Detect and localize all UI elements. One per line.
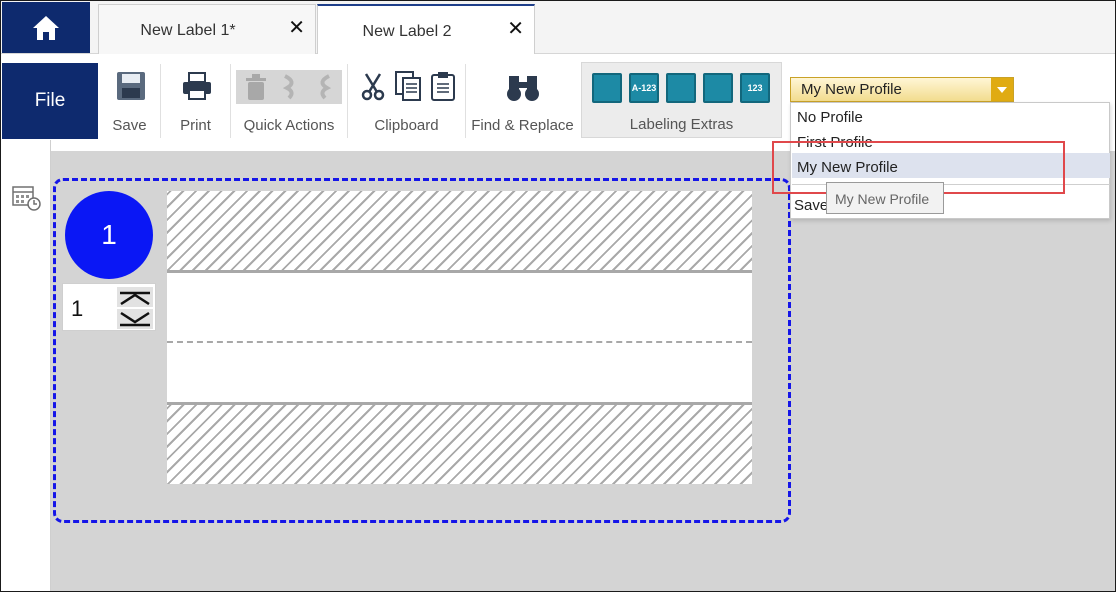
chevron-down-icon[interactable] bbox=[991, 78, 1013, 101]
stepper-up-button[interactable] bbox=[117, 287, 153, 307]
tooltip: My New Profile bbox=[826, 182, 944, 214]
redo-icon[interactable] bbox=[313, 74, 335, 100]
chevron-down-icon bbox=[120, 311, 150, 327]
stepper-value: 1 bbox=[71, 296, 84, 321]
excel-icon[interactable] bbox=[666, 73, 696, 103]
quick-actions-group: Quick Actions bbox=[231, 64, 348, 138]
profile-save-item[interactable]: Save bbox=[794, 197, 828, 214]
clipboard-group: Clipboard bbox=[348, 64, 466, 138]
scissors-icon[interactable] bbox=[360, 72, 386, 102]
find-replace-group[interactable]: Find & Replace bbox=[466, 64, 579, 138]
label-content-area[interactable] bbox=[167, 273, 752, 402]
quick-actions-label: Quick Actions bbox=[243, 117, 335, 134]
profile-option-no-profile[interactable]: No Profile bbox=[797, 109, 863, 126]
label-hatched-bottom bbox=[167, 405, 752, 484]
close-icon[interactable]: ✕ bbox=[507, 19, 524, 39]
chevron-up-icon bbox=[120, 291, 150, 305]
profile-selected-value: My New Profile bbox=[801, 81, 902, 98]
close-icon[interactable]: ✕ bbox=[288, 18, 305, 38]
copy-icon[interactable] bbox=[394, 70, 422, 102]
paste-icon[interactable] bbox=[430, 70, 456, 102]
numbering-icon[interactable]: 123 bbox=[740, 73, 770, 103]
label-hatched-top bbox=[167, 191, 752, 270]
calendar-clock-icon[interactable] bbox=[11, 183, 43, 213]
tab-label: New Label 1* bbox=[140, 22, 236, 39]
undo-icon[interactable] bbox=[279, 74, 301, 100]
clipboard-label: Clipboard bbox=[374, 117, 439, 134]
tab-new-label-2[interactable]: New Label 2 ✕ bbox=[317, 4, 535, 54]
labeling-extras-group: A-123 123 Labeling Extras bbox=[581, 62, 782, 138]
label-number-badge: 1 bbox=[65, 191, 153, 279]
quantity-stepper[interactable]: 1 bbox=[62, 283, 156, 331]
tab-new-label-1[interactable]: New Label 1* ✕ bbox=[98, 4, 316, 54]
stepper-down-button[interactable] bbox=[117, 309, 153, 329]
trash-icon[interactable] bbox=[243, 72, 269, 102]
label-centerline bbox=[167, 341, 752, 343]
file-button[interactable]: File bbox=[2, 63, 98, 139]
print-group[interactable]: Print bbox=[161, 64, 231, 138]
binoculars-icon bbox=[507, 76, 539, 101]
profile-select[interactable]: My New Profile bbox=[790, 77, 1014, 102]
app-window: New Label 1* ✕ New Label 2 ✕ File Save P… bbox=[0, 0, 1116, 592]
left-toolbar bbox=[1, 140, 51, 591]
home-button[interactable] bbox=[2, 2, 90, 53]
save-label: Save bbox=[112, 117, 147, 134]
tab-label: New Label 2 bbox=[362, 23, 452, 40]
print-label: Print bbox=[180, 117, 211, 134]
database-icon[interactable] bbox=[592, 73, 622, 103]
printer-icon bbox=[183, 72, 211, 100]
barcode-icon[interactable] bbox=[703, 73, 733, 103]
save-icon bbox=[117, 72, 145, 100]
labeling-extras-label: Labeling Extras bbox=[629, 116, 734, 133]
tab-bar: New Label 1* ✕ New Label 2 ✕ bbox=[1, 1, 1115, 54]
home-icon bbox=[33, 15, 59, 40]
serial-icon[interactable]: A-123 bbox=[629, 73, 659, 103]
save-group[interactable]: Save bbox=[99, 64, 161, 138]
find-replace-label: Find & Replace bbox=[471, 117, 574, 134]
